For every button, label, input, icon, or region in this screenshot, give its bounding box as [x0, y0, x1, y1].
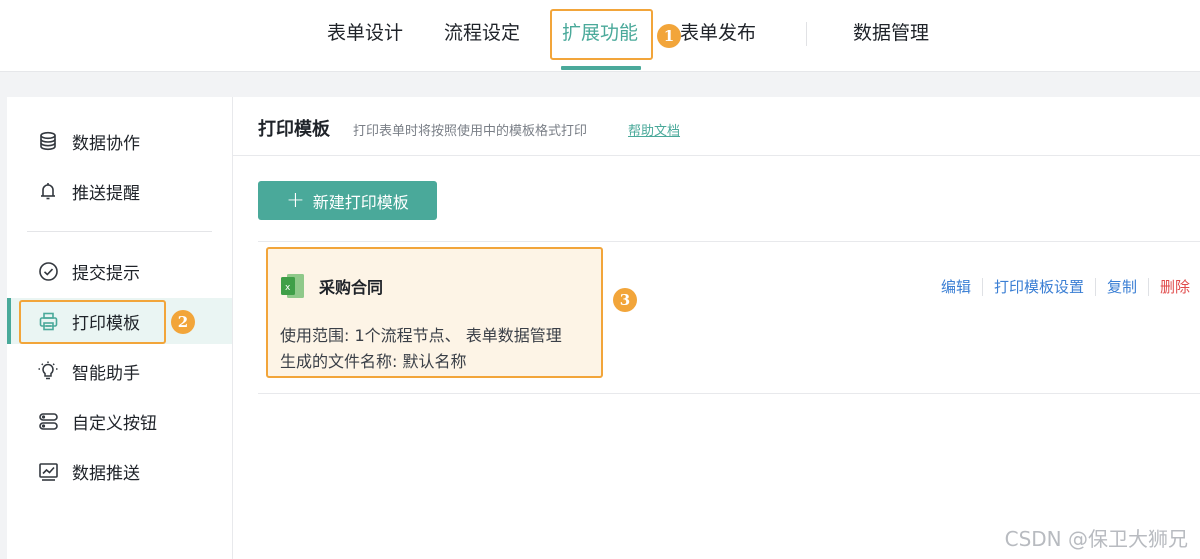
- sidebar-divider: [27, 231, 212, 232]
- step-badge-2: 2: [171, 310, 195, 334]
- lightbulb-icon: [37, 360, 59, 382]
- tab-workflow[interactable]: 流程设定: [444, 0, 520, 71]
- watermark: CSDN @保卫大狮兄: [1004, 527, 1188, 551]
- active-tab-indicator: [561, 66, 641, 70]
- template-usage-scope: 使用范围: 1个流程节点、 表单数据管理: [280, 326, 562, 345]
- template-row: x 采购合同 使用范围: 1个流程节点、 表单数据管理 生成的文件名称: 默认名…: [258, 241, 1200, 394]
- step-badge-1: 1: [657, 24, 681, 48]
- edit-link[interactable]: 编辑: [930, 276, 982, 297]
- page-header: 打印模板 打印表单时将按照使用中的模板格式打印 帮助文档: [233, 97, 1200, 156]
- sidebar-item-push-reminder[interactable]: 推送提醒: [7, 168, 232, 214]
- step-badge-3: 3: [613, 288, 637, 312]
- help-doc-link[interactable]: 帮助文档: [628, 120, 680, 139]
- bell-icon: [37, 180, 59, 202]
- tab-data-management[interactable]: 数据管理: [853, 0, 929, 71]
- button-toggle-icon: [37, 410, 59, 432]
- page-description: 打印表单时将按照使用中的模板格式打印: [353, 124, 588, 139]
- plus-icon: +: [286, 187, 305, 213]
- line-chart-icon: [37, 460, 59, 482]
- template-card[interactable]: x 采购合同 使用范围: 1个流程节点、 表单数据管理 生成的文件名称: 默认名…: [266, 247, 603, 378]
- page-title: 打印模板: [258, 119, 330, 140]
- print-template-settings-link[interactable]: 打印模板设置: [983, 276, 1095, 297]
- top-nav: 表单设计 流程设定 扩展功能 表单发布 数据管理 1: [0, 0, 1200, 72]
- svg-text:x: x: [285, 283, 291, 293]
- sidebar-item-label: 智能助手: [72, 363, 140, 384]
- highlight-box-extensions: [550, 9, 653, 60]
- tab-form-publish[interactable]: 表单发布: [680, 0, 756, 71]
- sidebar-item-label: 自定义按钮: [72, 413, 157, 434]
- tab-form-design[interactable]: 表单设计: [327, 0, 403, 71]
- sidebar-item-data-push[interactable]: 数据推送: [7, 448, 232, 494]
- sidebar-item-data-collab[interactable]: 数据协作: [7, 118, 232, 164]
- active-item-indicator: [7, 298, 11, 344]
- template-name: 采购合同: [319, 278, 384, 297]
- sidebar-item-smart-assistant[interactable]: 智能助手: [7, 348, 232, 394]
- sidebar-item-custom-button[interactable]: 自定义按钮: [7, 398, 232, 444]
- database-icon: [37, 130, 59, 152]
- main-panel: 打印模板 打印表单时将按照使用中的模板格式打印 帮助文档 + 新建打印模板 x …: [233, 97, 1200, 559]
- template-actions: 编辑 打印模板设置 复制 删除: [930, 276, 1200, 297]
- new-print-template-button[interactable]: + 新建打印模板: [258, 181, 437, 220]
- excel-file-icon: x: [281, 273, 305, 299]
- sidebar-item-label: 推送提醒: [72, 183, 140, 204]
- nav-divider: [806, 22, 807, 46]
- template-filename: 生成的文件名称: 默认名称: [280, 352, 467, 371]
- copy-link[interactable]: 复制: [1096, 276, 1148, 297]
- check-circle-icon: [37, 260, 59, 282]
- highlight-box-print-template: [19, 300, 166, 344]
- sidebar-item-label: 提交提示: [72, 263, 140, 284]
- sidebar-item-label: 数据协作: [72, 133, 140, 154]
- new-print-template-label: 新建打印模板: [312, 192, 409, 212]
- delete-link[interactable]: 删除: [1149, 276, 1200, 297]
- sidebar-item-label: 数据推送: [72, 463, 140, 484]
- sidebar-item-submit-hint[interactable]: 提交提示: [7, 248, 232, 294]
